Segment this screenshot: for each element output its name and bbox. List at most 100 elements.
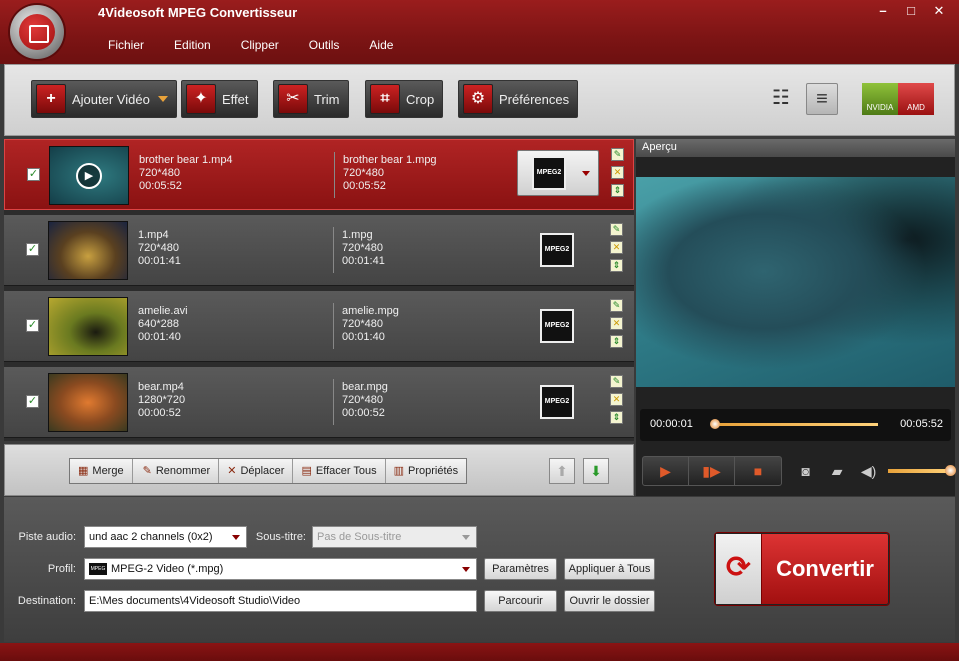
format-dropdown[interactable]: MPEG2: [517, 150, 599, 196]
delete-icon[interactable]: ✕: [610, 317, 623, 330]
detail-view-icon[interactable]: ≡: [806, 83, 838, 115]
file-checkbox[interactable]: ✓: [26, 319, 39, 332]
destination-input[interactable]: E:\Mes documents\4Videosoft Studio\Video: [84, 590, 477, 612]
crop-label: Crop: [406, 91, 435, 107]
file-row[interactable]: ✓ 1.mp4 720*480 00:01:41 1.mpg 720*480 0…: [4, 215, 634, 286]
source-resolution: 1280*720: [138, 394, 186, 406]
reorder-icon[interactable]: ⇕: [610, 335, 623, 348]
chevron-down-icon: [582, 171, 590, 176]
divider: [333, 303, 334, 349]
wrench-icon[interactable]: ✎: [610, 299, 623, 312]
divider: [333, 379, 334, 425]
trim-button[interactable]: ✂ Trim: [273, 80, 349, 118]
audio-track-select[interactable]: und aac 2 channels (0x2): [84, 526, 247, 548]
list-action-group: ▦ Merge ✎ Renommer ✕ Déplacer ▤ Effacer Tous…: [69, 458, 468, 484]
trash-icon: ▤: [301, 465, 312, 477]
source-info: brother bear 1.mp4 720*480 00:05:52: [139, 154, 233, 193]
file-checkbox[interactable]: ✓: [27, 168, 40, 181]
file-list: ✓ ▶ brother bear 1.mp4 720*480 00:05:52 …: [4, 139, 634, 441]
preview-header: Aperçu: [636, 139, 955, 157]
output-info: bear.mpg 720*480 00:00:52: [342, 381, 388, 420]
move-up-button[interactable]: ⬆: [549, 458, 575, 484]
source-info: bear.mp4 1280*720 00:00:52: [138, 381, 185, 420]
current-time: 00:00:01: [650, 418, 693, 430]
remove-button[interactable]: ✕ Déplacer: [219, 459, 294, 483]
browse-button[interactable]: Parcourir: [484, 590, 557, 612]
add-video-button[interactable]: + Ajouter Vidéo: [31, 80, 177, 118]
rename-button[interactable]: ✎ Renommer: [133, 459, 220, 483]
menu-fichier[interactable]: Fichier: [96, 36, 156, 54]
reorder-icon[interactable]: ⇕: [610, 411, 623, 424]
file-row[interactable]: ✓ amelie.avi 640*288 00:01:40 amelie.mpg…: [4, 291, 634, 362]
output-name: bear.mpg: [342, 381, 388, 393]
dropdown-arrow-icon[interactable]: [157, 96, 168, 102]
folder-icon[interactable]: ▰: [823, 463, 850, 480]
wrench-icon[interactable]: ✎: [611, 148, 624, 161]
file-row[interactable]: ✓ bear.mp4 1280*720 00:00:52 bear.mpg 72…: [4, 367, 634, 438]
remove-label: Déplacer: [240, 465, 285, 477]
menu-edition[interactable]: Edition: [162, 36, 223, 54]
profile-value: MPEG-2 Video (*.mpg): [111, 563, 224, 575]
crop-button[interactable]: ⌗ Crop: [365, 80, 444, 118]
subtitle-label: Sous-titre:: [255, 531, 306, 543]
menu-outils[interactable]: Outils: [297, 36, 352, 54]
camera-icon[interactable]: ◙: [792, 463, 819, 479]
delete-icon[interactable]: ✕: [611, 166, 624, 179]
reorder-icon[interactable]: ⇕: [610, 259, 623, 272]
play-icon[interactable]: ▶: [76, 163, 102, 189]
seek-track[interactable]: [714, 423, 878, 426]
subtitle-select[interactable]: Pas de Sous-titre: [312, 526, 477, 548]
speaker-icon[interactable]: ◀): [855, 463, 882, 480]
mpeg-format-icon[interactable]: MPEG2: [540, 233, 574, 267]
open-folder-button[interactable]: Ouvrir le dossier: [564, 590, 655, 612]
file-row[interactable]: ✓ ▶ brother bear 1.mp4 720*480 00:05:52 …: [4, 139, 634, 210]
volume-handle[interactable]: [945, 465, 957, 476]
list-view-icon[interactable]: ☷: [765, 83, 797, 115]
merge-label: Merge: [92, 465, 124, 477]
parameters-button[interactable]: Paramètres: [484, 558, 557, 580]
profile-select[interactable]: MPEG MPEG-2 Video (*.mpg): [84, 558, 477, 580]
seek-bar[interactable]: 00:00:01 00:05:52: [640, 409, 951, 441]
seek-handle[interactable]: [710, 419, 721, 429]
reorder-icon[interactable]: ⇕: [611, 184, 624, 197]
clear-all-button[interactable]: ▤ Effacer Tous: [293, 459, 386, 483]
convert-button[interactable]: ⟳ Convertir: [715, 533, 889, 605]
move-down-button[interactable]: ⬇: [583, 458, 609, 484]
mpeg-format-icon: MPEG2: [532, 156, 566, 190]
chevron-down-icon: [462, 567, 470, 572]
play-button[interactable]: ▶: [643, 457, 689, 485]
output-resolution: 720*480: [343, 167, 384, 179]
output-info: brother bear 1.mpg 720*480 00:05:52: [343, 154, 437, 193]
file-checkbox[interactable]: ✓: [26, 243, 39, 256]
source-info: 1.mp4 720*480 00:01:41: [138, 229, 181, 268]
video-thumbnail: ▶: [49, 146, 129, 205]
maximize-button[interactable]: □: [901, 4, 921, 20]
step-forward-button[interactable]: ▮▶: [689, 457, 735, 485]
menu-clipper[interactable]: Clipper: [229, 36, 291, 54]
mpeg-format-icon[interactable]: MPEG2: [540, 385, 574, 419]
effect-button[interactable]: ✦ Effet: [181, 80, 258, 118]
delete-icon[interactable]: ✕: [610, 393, 623, 406]
apply-to-all-button[interactable]: Appliquer à Tous: [564, 558, 655, 580]
convert-label: Convertir: [776, 556, 874, 581]
delete-icon[interactable]: ✕: [610, 241, 623, 254]
file-checkbox[interactable]: ✓: [26, 395, 39, 408]
wrench-icon[interactable]: ✎: [610, 223, 623, 236]
output-name: amelie.mpg: [342, 305, 399, 317]
merge-button[interactable]: ▦ Merge: [70, 459, 133, 483]
stop-button[interactable]: ■: [735, 457, 781, 485]
scissors-icon: ✂: [278, 84, 308, 114]
minimize-button[interactable]: –: [873, 4, 893, 20]
row-actions: ✎ ✕ ⇕: [611, 148, 625, 202]
window-title: 4Videosoft MPEG Convertisseur: [98, 5, 298, 20]
playback-controls: ▶ ▮▶ ■ ◙ ▰ ◀): [640, 455, 957, 487]
preferences-button[interactable]: ⚙ Préférences: [458, 80, 579, 118]
volume-slider[interactable]: [888, 465, 957, 476]
wrench-icon[interactable]: ✎: [610, 375, 623, 388]
mpeg-format-icon: MPEG: [89, 563, 107, 576]
close-button[interactable]: ✕: [929, 4, 949, 20]
mpeg-format-icon[interactable]: MPEG2: [540, 309, 574, 343]
properties-button[interactable]: ▥ Propriétés: [386, 459, 467, 483]
source-resolution: 640*288: [138, 318, 179, 330]
menu-aide[interactable]: Aide: [357, 36, 405, 54]
